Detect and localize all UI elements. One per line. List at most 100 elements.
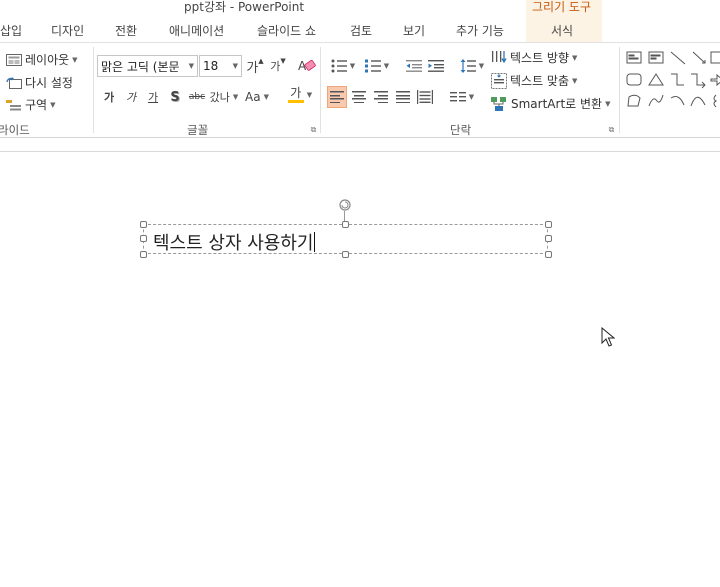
clear-formatting-icon: A xyxy=(298,59,316,73)
section-button[interactable]: 구역 ▼ xyxy=(6,96,55,113)
chevron-down-icon: ▼ xyxy=(572,76,578,85)
font-color-icon: 가 xyxy=(287,87,304,103)
ribbon: 레이아웃 ▼ 다시 설정 구역 ▼ 라이드 맑은 고딕 (본문 ▼ 18 ▼ 가… xyxy=(0,42,720,138)
tab-insert[interactable]: 삽입 xyxy=(0,22,22,39)
ribbon-tabs: 삽입 디자인 전환 애니메이션 슬라이드 쇼 검토 보기 추가 기능 서식 xyxy=(0,20,720,42)
text-direction-icon xyxy=(492,50,507,63)
resize-handle-right[interactable] xyxy=(545,235,552,242)
align-center-button[interactable] xyxy=(349,86,369,108)
line-spacing-icon xyxy=(460,59,476,73)
chevron-down-icon: ▼ xyxy=(188,62,194,70)
text-direction-label: 텍스트 방향 xyxy=(510,51,570,65)
numbering-button[interactable]: ▼ xyxy=(361,55,393,77)
character-spacing-button[interactable]: 갔나 ▼ xyxy=(209,86,239,108)
grow-font-label: 가 xyxy=(246,60,259,76)
tab-review[interactable]: 검토 xyxy=(350,22,372,39)
resize-handle-top-right[interactable] xyxy=(545,221,552,228)
font-name-value: 맑은 고딕 (본문 xyxy=(101,59,180,74)
text-direction-button[interactable]: 텍스트 방향 ▼ xyxy=(491,49,577,66)
rotate-handle-icon[interactable] xyxy=(338,198,352,212)
shrink-font-button[interactable]: 가 ▼ xyxy=(268,55,288,77)
italic-button[interactable]: 가 xyxy=(122,86,140,108)
chevron-down-icon: ▼ xyxy=(306,91,313,99)
align-text-button[interactable]: 텍스트 맞춤 ▼ xyxy=(491,72,577,89)
chevron-down-icon: ▼ xyxy=(232,93,239,101)
decrease-indent-button[interactable] xyxy=(403,55,425,77)
justify-icon xyxy=(396,91,410,103)
chevron-down-icon: ▼ xyxy=(232,62,238,70)
shrink-arrow-icon: ▼ xyxy=(280,57,286,65)
bold-button[interactable]: 가 xyxy=(100,86,118,108)
text-box[interactable]: 텍스트 상자 사용하기 xyxy=(143,224,548,254)
line-spacing-button[interactable]: ▼ xyxy=(456,55,488,77)
chevron-down-icon: ▼ xyxy=(572,53,578,62)
tab-view[interactable]: 보기 xyxy=(403,22,425,39)
title-bar xyxy=(0,0,720,14)
paragraph-group-label: 단락 xyxy=(450,123,472,137)
tab-add-ins[interactable]: 추가 기능 xyxy=(456,22,504,39)
clear-formatting-button[interactable]: A xyxy=(296,55,318,77)
convert-to-smartart-button[interactable]: SmartArt로 변환 ▼ xyxy=(491,95,610,112)
text-box-content[interactable]: 텍스트 상자 사용하기 xyxy=(153,229,316,255)
change-case-button[interactable]: Aa ▼ xyxy=(242,86,272,108)
section-label: 구역 xyxy=(25,98,48,112)
columns-button[interactable]: ▼ xyxy=(446,86,478,108)
font-dialog-launcher-icon[interactable]: ⧉ xyxy=(309,125,318,134)
distributed-button[interactable] xyxy=(415,86,435,108)
resize-handle-top-left[interactable] xyxy=(140,221,147,228)
align-right-icon xyxy=(374,91,388,103)
underline-button[interactable]: 가 xyxy=(144,86,162,108)
layout-button[interactable]: 레이아웃 ▼ xyxy=(6,51,78,68)
chevron-down-icon: ▼ xyxy=(263,93,269,101)
mouse-pointer-icon xyxy=(601,327,615,347)
align-text-icon xyxy=(491,72,507,89)
decrease-indent-icon xyxy=(406,60,422,72)
font-name-combo[interactable]: 맑은 고딕 (본문 ▼ xyxy=(97,55,198,77)
shapes-gallery[interactable] xyxy=(625,49,720,111)
increase-indent-button[interactable] xyxy=(425,55,447,77)
tab-design[interactable]: 디자인 xyxy=(51,22,84,39)
layout-icon xyxy=(6,53,22,66)
group-divider xyxy=(619,47,620,133)
slide-workspace[interactable] xyxy=(0,139,720,587)
font-color-bar xyxy=(287,100,304,103)
resize-handle-bottom[interactable] xyxy=(342,251,349,258)
chevron-down-icon: ▼ xyxy=(468,93,475,101)
reset-icon xyxy=(6,76,22,89)
font-size-combo[interactable]: 18 ▼ xyxy=(199,55,242,77)
chevron-down-icon: ▼ xyxy=(383,62,390,70)
tab-slide-show[interactable]: 슬라이드 쇼 xyxy=(257,22,316,39)
smartart-label: SmartArt로 변환 xyxy=(511,97,603,111)
text-box-text: 텍스트 상자 사용하기 xyxy=(153,233,314,254)
columns-icon xyxy=(449,92,466,102)
bullets-button[interactable]: ▼ xyxy=(327,55,359,77)
numbering-icon xyxy=(364,59,381,73)
slide-edge xyxy=(0,151,720,152)
layout-label: 레이아웃 xyxy=(25,53,70,67)
align-left-button[interactable] xyxy=(327,86,347,108)
reset-button[interactable]: 다시 설정 xyxy=(6,74,73,91)
shrink-font-label: 가 xyxy=(270,60,281,73)
increase-indent-icon xyxy=(428,60,444,72)
resize-handle-top[interactable] xyxy=(342,221,349,228)
change-case-label: Aa xyxy=(245,90,261,104)
resize-handle-bottom-left[interactable] xyxy=(140,251,147,258)
strikethrough-button[interactable]: abc xyxy=(186,86,208,108)
font-color-button[interactable]: 가 ▼ xyxy=(283,84,317,106)
font-group-label: 글꼴 xyxy=(187,123,209,137)
grow-font-button[interactable]: 가 ▲ xyxy=(245,55,265,77)
character-spacing-label: 갔나 xyxy=(209,91,230,104)
justify-button[interactable] xyxy=(393,86,413,108)
resize-handle-bottom-right[interactable] xyxy=(545,251,552,258)
align-right-button[interactable] xyxy=(371,86,391,108)
section-icon xyxy=(6,99,21,110)
resize-handle-left[interactable] xyxy=(140,235,147,242)
tab-animations[interactable]: 애니메이션 xyxy=(169,22,224,39)
tab-transitions[interactable]: 전환 xyxy=(115,22,137,39)
tab-format[interactable]: 서식 xyxy=(551,22,573,39)
align-center-icon xyxy=(352,91,366,103)
text-shadow-button[interactable]: S xyxy=(166,86,184,108)
slides-group-label: 라이드 xyxy=(0,123,30,137)
align-text-label: 텍스트 맞춤 xyxy=(510,74,570,88)
paragraph-dialog-launcher-icon[interactable]: ⧉ xyxy=(607,125,616,134)
